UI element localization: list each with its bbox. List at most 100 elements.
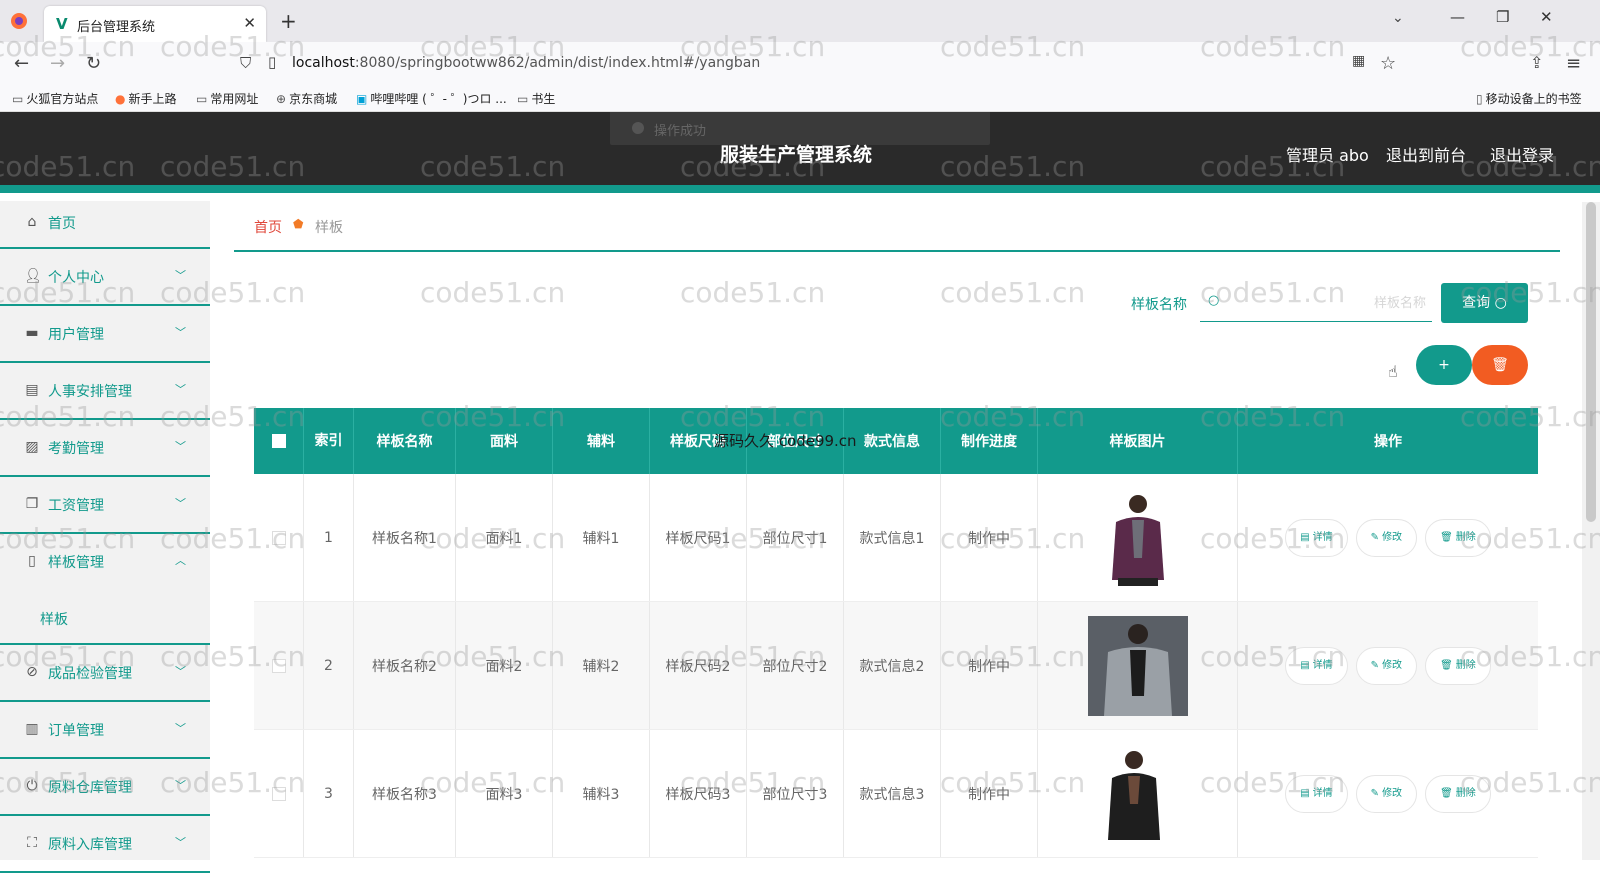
sidebar-item-personnel[interactable]: ▤ 人事安排管理 ﹀ xyxy=(0,363,210,420)
header-index: 索引 xyxy=(304,408,354,474)
delete-button[interactable]: 🗑︎ 删除 xyxy=(1425,774,1491,813)
edit-button[interactable]: ✎ 修改 xyxy=(1355,774,1418,813)
close-tab-icon[interactable]: ✕ xyxy=(243,14,256,32)
cell-accessory: 辅料1 xyxy=(553,474,650,601)
browser-tabbar: V 后台管理系统 ✕ + ⌄ — ❐ ✕ xyxy=(0,0,1600,42)
copy-icon: ❐ xyxy=(25,496,39,512)
sample-image[interactable] xyxy=(1087,743,1188,844)
new-tab-icon[interactable]: + xyxy=(280,9,297,33)
trash-icon: 🗑︎ xyxy=(1440,531,1453,543)
cell-index: 3 xyxy=(304,730,354,857)
bookmark-item[interactable]: ● 新手上路 xyxy=(115,90,177,107)
pencil-icon: ✎ xyxy=(1370,531,1380,543)
watermark-text: code51.cn xyxy=(940,276,1086,309)
sidebar-item-user-management[interactable]: ▬ 用户管理 ﹀ xyxy=(0,306,210,363)
sidebar-item-salary[interactable]: ❐ 工资管理 ﹀ xyxy=(0,477,210,534)
detail-button[interactable]: ▤ 详情 xyxy=(1285,518,1348,557)
bookmark-item[interactable]: ⊕ 京东商城 xyxy=(276,90,337,107)
star-bookmark-icon[interactable]: ☆ xyxy=(1380,53,1396,74)
detail-button[interactable]: ▤ 详情 xyxy=(1285,774,1348,813)
search-input[interactable] xyxy=(1230,290,1426,316)
sidebar-item-attendance[interactable]: ▨ 考勤管理 ﹀ xyxy=(0,420,210,477)
page-icon: ▯ xyxy=(268,53,277,71)
chevron-down-icon: ﹀ xyxy=(175,779,186,792)
row-select-cell xyxy=(254,602,304,729)
url-bar[interactable]: localhost:8080/springbootww862/admin/dis… xyxy=(292,55,760,71)
row-checkbox[interactable] xyxy=(271,658,286,673)
sidebar-item-stock-in[interactable]: ⛶ 原料入库管理 ﹀ xyxy=(0,816,210,873)
query-button[interactable]: 查询 ○ xyxy=(1441,283,1528,323)
shield-icon[interactable]: ⛉ xyxy=(240,54,251,72)
delete-button[interactable]: 🗑︎ 删除 xyxy=(1425,518,1491,557)
firefox-icon: ● xyxy=(115,92,126,106)
mobile-bookmarks[interactable]: ▯ 移动设备上的书签 xyxy=(1476,90,1582,107)
browser-tab-active[interactable]: V 后台管理系统 ✕ xyxy=(44,6,266,42)
chevron-up-icon: ︿ xyxy=(175,554,186,567)
cell-picture xyxy=(1038,730,1238,857)
select-all-checkbox[interactable] xyxy=(271,434,286,448)
cell-style: 款式信息2 xyxy=(844,602,941,729)
add-button[interactable]: + xyxy=(1416,345,1472,385)
globe-icon: ⊕ xyxy=(276,92,287,106)
cell-size: 样板尺码3 xyxy=(650,730,747,857)
cell-fabric: 面料2 xyxy=(456,602,553,729)
sample-image[interactable] xyxy=(1087,615,1188,716)
bilibili-icon: ▣ xyxy=(356,92,368,106)
sidebar-item-orders[interactable]: ▥ 订单管理 ﹀ xyxy=(0,702,210,759)
edit-button[interactable]: ✎ 修改 xyxy=(1355,518,1418,557)
close-window-icon[interactable]: ✕ xyxy=(1540,8,1553,26)
reload-icon[interactable]: ↻ xyxy=(86,53,101,74)
exit-to-front-link[interactable]: 退出到前台 xyxy=(1386,142,1466,166)
sidebar-subitem-sample[interactable]: 样板 xyxy=(0,591,210,645)
logout-link[interactable]: 退出登录 xyxy=(1490,142,1554,166)
cell-accessory: 辅料3 xyxy=(553,730,650,857)
header-accessory: 辅料 xyxy=(553,408,650,474)
sidebar-item-warehouse[interactable]: ⏻ 原料仓库管理 ﹀ xyxy=(0,759,210,816)
chevron-down-icon: ﹀ xyxy=(175,383,186,396)
chevron-down-icon: ﹀ xyxy=(175,326,186,339)
bookmark-item[interactable]: ▣ 哔哩哔哩 ( ゜- ゜)つロ ... xyxy=(356,90,507,107)
user-icon: 👤︎ xyxy=(24,268,42,284)
trash-icon: 🗑︎ xyxy=(1440,659,1453,671)
delete-button[interactable]: 🗑︎ 删除 xyxy=(1425,646,1491,685)
scrollbar-thumb[interactable] xyxy=(1586,202,1596,522)
sidebar-item-home[interactable]: ⌂ 首页 xyxy=(0,201,210,249)
back-icon[interactable]: ← xyxy=(14,53,29,74)
batch-delete-button[interactable]: 🗑 xyxy=(1472,345,1528,385)
header-progress: 制作进度 xyxy=(941,408,1038,474)
firefox-icon[interactable] xyxy=(8,10,30,32)
header-operations: 操作 xyxy=(1374,434,1402,450)
cell-part-size: 部位尺寸3 xyxy=(747,730,844,857)
sidebar-item-inspection[interactable]: ⊘ 成品检验管理 ﹀ xyxy=(0,645,210,702)
bookmark-item[interactable]: ▭ 书生 xyxy=(517,90,555,107)
tab-list-chevron-icon[interactable]: ⌄ xyxy=(1392,10,1404,26)
row-checkbox[interactable] xyxy=(271,530,286,545)
breadcrumb-home[interactable]: 首页 xyxy=(254,217,282,237)
header-picture: 样板图片 xyxy=(1038,408,1238,474)
breadcrumb: 首页 ⬟ 样板 xyxy=(234,202,1560,252)
detail-button[interactable]: ▤ 详情 xyxy=(1285,646,1348,685)
bookmark-item[interactable]: ▭ 常用网址 xyxy=(196,90,258,107)
page-scrollbar[interactable] xyxy=(1582,202,1600,860)
restore-icon[interactable]: ❐ xyxy=(1496,8,1509,26)
edit-button[interactable]: ✎ 修改 xyxy=(1355,646,1418,685)
menu-icon[interactable]: ≡ xyxy=(1566,53,1581,74)
cell-name: 样板名称3 xyxy=(354,730,456,857)
header-fabric: 面料 xyxy=(456,408,553,474)
extensions-icon[interactable]: ⇪ xyxy=(1530,53,1543,72)
qr-code-icon[interactable]: ▦ xyxy=(1352,53,1365,69)
sidebar-item-personal-center[interactable]: 👤︎ 个人中心 ﹀ xyxy=(0,249,210,306)
trash-icon: 🗑︎ xyxy=(1440,787,1453,799)
table-row: 1 样板名称1 面料1 辅料1 样板尺码1 部位尺寸1 款式信息1 制作中 ▤ 详… xyxy=(254,474,1538,602)
minimize-icon[interactable]: — xyxy=(1450,8,1465,26)
bookmark-item[interactable]: ▭ 火狐官方站点 xyxy=(12,90,98,107)
home-icon: ⬟ xyxy=(293,217,304,231)
sample-image[interactable] xyxy=(1087,487,1188,588)
sidebar-item-sample-management[interactable]: ▯ 样板管理 ︿ xyxy=(0,534,210,591)
cell-part-size: 部位尺寸2 xyxy=(747,602,844,729)
row-checkbox[interactable] xyxy=(271,786,286,801)
chevron-down-icon: ﹀ xyxy=(175,665,186,678)
search-icon: ○ xyxy=(1494,295,1507,311)
forward-icon[interactable]: → xyxy=(50,53,65,74)
sidebar: ⌂ 首页 👤︎ 个人中心 ﹀ ▬ 用户管理 ﹀ ▤ 人事安排管理 ﹀ ▨ 考勤管… xyxy=(0,201,210,873)
